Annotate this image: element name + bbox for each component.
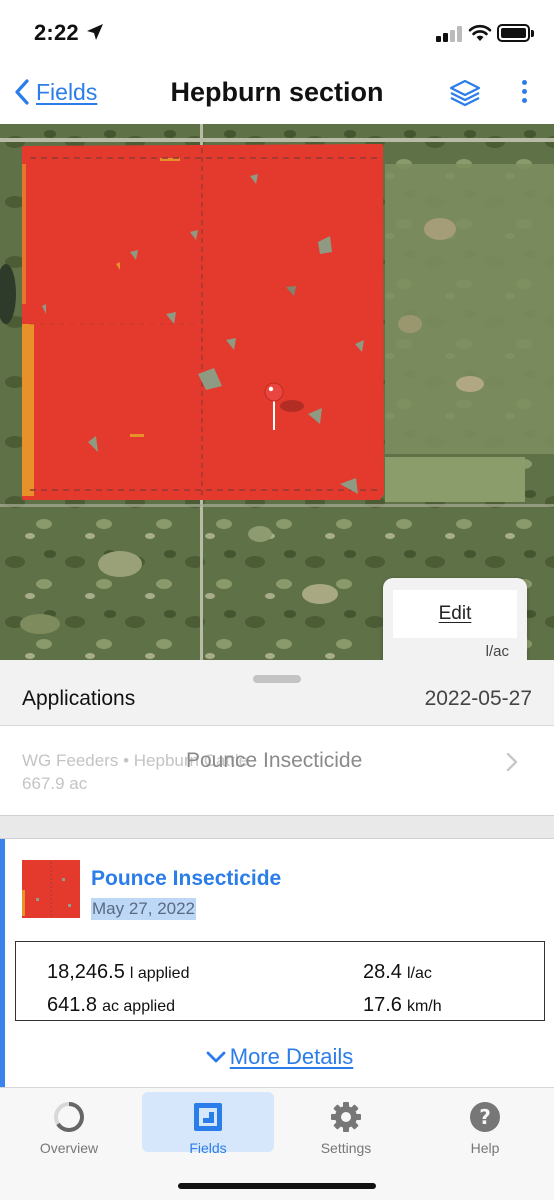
layers-icon[interactable] — [448, 78, 482, 110]
tab-fields-label: Fields — [189, 1140, 227, 1156]
back-label: Fields — [36, 78, 98, 105]
more-details-label: More Details — [229, 1044, 354, 1070]
tab-overview[interactable]: Overview — [3, 1092, 135, 1156]
tab-settings-label: Settings — [320, 1140, 372, 1156]
stat-speed-value: 17.6 — [363, 994, 402, 1016]
chevron-down-icon — [206, 1051, 226, 1063]
stat-applied-area-unit: ac applied — [102, 998, 176, 1015]
tab-help-label: Help — [470, 1140, 500, 1156]
location-arrow-icon — [87, 24, 103, 40]
stat-rate-unit: l/ac — [406, 965, 432, 982]
edit-button[interactable]: Edit — [393, 590, 517, 638]
coverage-thumbnail — [22, 860, 80, 918]
applications-header: Applications 2022-05-27 — [0, 660, 554, 726]
overview-icon — [54, 1102, 84, 1132]
product-name[interactable]: Pounce Insecticide — [91, 867, 281, 891]
legend-card: Edit l/ac — [383, 578, 527, 660]
wifi-icon — [468, 24, 492, 41]
stat-applied-volume: 18,246.5 l applied — [47, 961, 189, 984]
field-map[interactable]: Edit l/ac — [0, 124, 554, 660]
application-date: May 27, 2022 — [91, 898, 197, 920]
application-row[interactable]: WG Feeders • Hepburn Cattle 667.9 ac Pou… — [0, 727, 554, 815]
stats-summary: 18,246.5 l applied 28.4 l/ac 641.8 ac ap… — [15, 941, 545, 1021]
applications-title: Applications — [22, 687, 136, 710]
stat-rate: 28.4 l/ac — [363, 961, 432, 984]
tab-overview-label: Overview — [39, 1140, 99, 1156]
status-time: 2:22 — [34, 20, 79, 45]
stat-rate-value: 28.4 — [363, 961, 402, 983]
more-options-icon[interactable] — [514, 80, 534, 108]
sheet-grabber-handle[interactable] — [253, 675, 301, 683]
help-icon: ? — [470, 1102, 500, 1132]
stat-speed: 17.6 km/h — [363, 994, 442, 1017]
gear-icon — [331, 1102, 361, 1132]
chevron-right-icon — [506, 752, 518, 772]
stat-applied-volume-value: 18,246.5 — [47, 961, 125, 983]
tab-settings[interactable]: Settings — [280, 1092, 412, 1156]
legend-unit-label: l/ac — [485, 643, 509, 660]
tab-help[interactable]: ? Help — [419, 1092, 551, 1156]
applications-date: 2022-05-27 — [424, 687, 532, 710]
tab-fields[interactable]: Fields — [142, 1092, 274, 1156]
fields-icon — [194, 1103, 222, 1131]
stat-applied-volume-unit: l applied — [129, 965, 190, 982]
navigation-bar: Fields Hepburn section — [0, 66, 554, 124]
application-detail-card: Pounce Insecticide May 27, 2022 18,246.5… — [0, 839, 554, 1087]
status-bar: 2:22 — [0, 0, 554, 66]
stat-speed-unit: km/h — [406, 998, 442, 1015]
chevron-left-icon — [15, 79, 29, 105]
stat-applied-area: 641.8 ac applied — [47, 994, 175, 1017]
battery-icon — [497, 24, 534, 42]
application-product: Pounce Insecticide — [186, 749, 363, 772]
stat-applied-area-value: 641.8 — [47, 994, 98, 1016]
back-button[interactable]: Fields — [14, 78, 97, 106]
application-area: 667.9 ac — [22, 774, 88, 793]
section-divider — [0, 815, 554, 839]
svg-text:?: ? — [479, 1105, 491, 1129]
more-details-button[interactable]: More Details — [5, 1043, 554, 1070]
cellular-signal-icon — [436, 26, 462, 42]
home-indicator[interactable] — [178, 1183, 376, 1189]
